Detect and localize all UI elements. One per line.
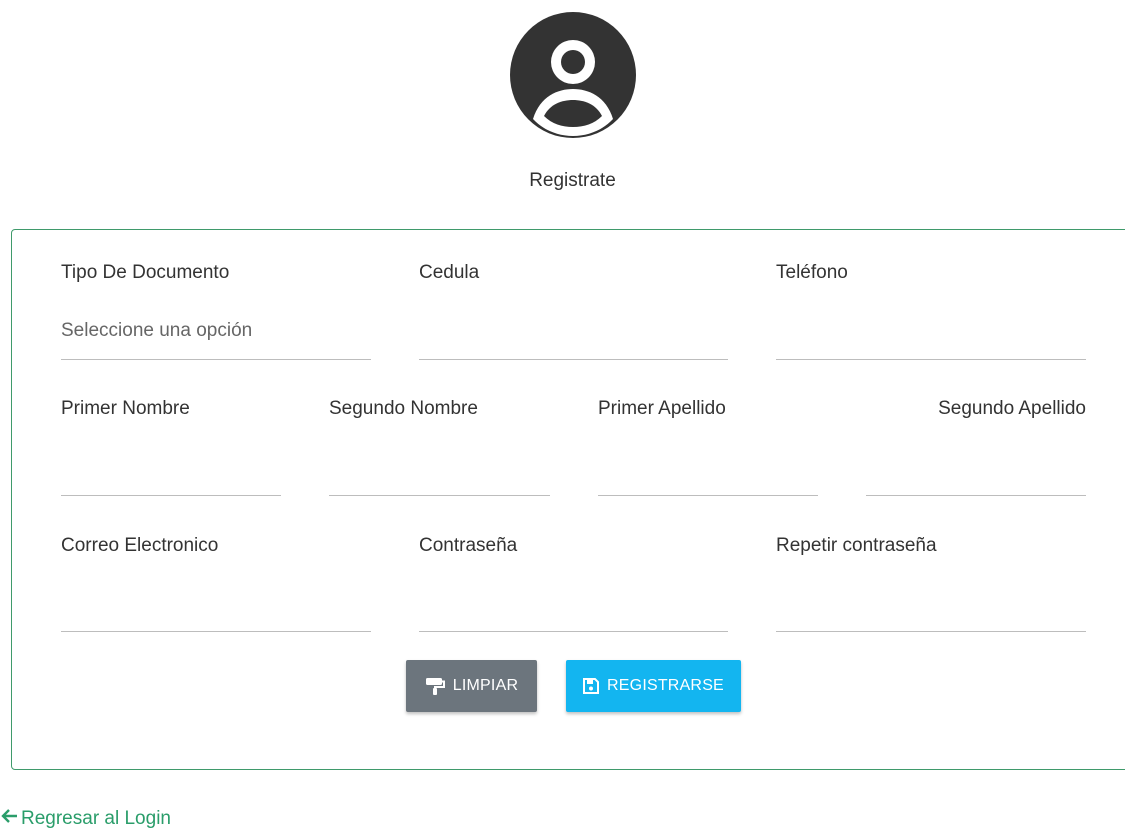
email-label: Correo Electronico	[61, 535, 219, 556]
primer-apellido-field[interactable]: Primer Apellido	[598, 398, 818, 498]
segundo-apellido-label: Segundo Apellido	[938, 398, 1086, 419]
document-type-underline	[61, 359, 371, 360]
clear-button[interactable]: LIMPIAR	[406, 660, 537, 712]
segundo-nombre-label: Segundo Nombre	[329, 398, 478, 419]
primer-nombre-field[interactable]: Primer Nombre	[61, 398, 281, 498]
register-button[interactable]: REGISTRARSE	[566, 660, 741, 712]
telefono-label: Teléfono	[776, 262, 848, 283]
arrow-left-icon	[0, 808, 18, 830]
segundo-nombre-field[interactable]: Segundo Nombre	[329, 398, 550, 498]
document-type-placeholder: Seleccione una opción	[61, 320, 253, 341]
email-underline	[61, 631, 371, 632]
segundo-apellido-field[interactable]: Segundo Apellido	[866, 398, 1086, 498]
save-icon	[583, 678, 600, 694]
password-underline	[419, 631, 728, 632]
primer-apellido-underline	[598, 495, 818, 496]
segundo-nombre-underline	[329, 495, 550, 496]
password-label: Contraseña	[419, 535, 518, 556]
clear-button-label: LIMPIAR	[452, 677, 519, 694]
repeat-password-label: Repetir contraseña	[776, 535, 937, 556]
password-field[interactable]: Contraseña	[419, 535, 728, 635]
cedula-underline	[419, 359, 728, 360]
telefono-field[interactable]: Teléfono	[776, 262, 1086, 362]
document-type-label: Tipo De Documento	[61, 262, 230, 283]
page-title: Registrate	[529, 170, 616, 191]
paint-roller-icon	[425, 677, 445, 695]
telefono-underline	[776, 359, 1086, 360]
email-field[interactable]: Correo Electronico	[61, 535, 371, 635]
primer-apellido-label: Primer Apellido	[598, 398, 726, 419]
primer-nombre-label: Primer Nombre	[61, 398, 190, 419]
document-type-select[interactable]: Tipo De Documento Seleccione una opción	[61, 262, 371, 362]
primer-nombre-underline	[61, 495, 281, 496]
repeat-password-field[interactable]: Repetir contraseña	[776, 535, 1086, 635]
back-to-login-label: Regresar al Login	[21, 808, 171, 829]
segundo-apellido-underline	[866, 495, 1086, 496]
cedula-label: Cedula	[419, 262, 480, 283]
user-circle-icon	[510, 12, 636, 138]
cedula-field[interactable]: Cedula	[419, 262, 728, 362]
repeat-password-underline	[776, 631, 1086, 632]
register-button-label: REGISTRARSE	[607, 677, 724, 694]
back-to-login-link[interactable]: Regresar al Login	[0, 808, 171, 830]
